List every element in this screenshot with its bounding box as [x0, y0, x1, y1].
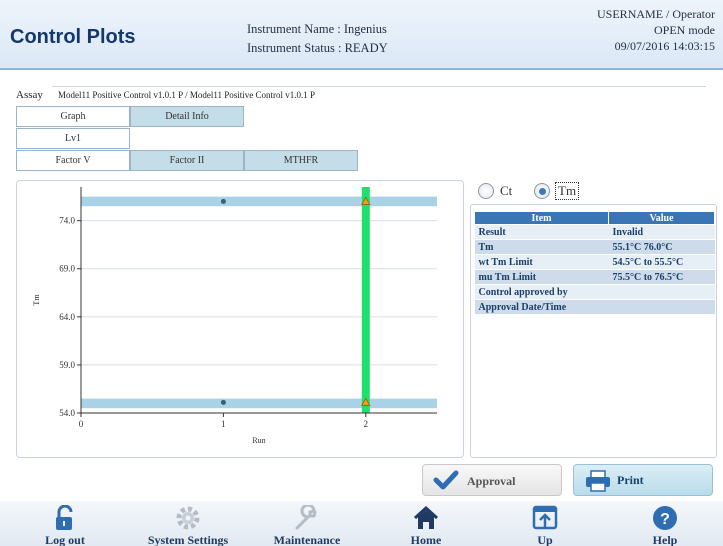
- row-value: Invalid: [608, 224, 715, 240]
- help-icon: ?: [653, 506, 677, 530]
- logout-label: Log out: [45, 533, 85, 546]
- y-tick-label: 74.0: [59, 216, 75, 226]
- y-axis-label: Tm: [32, 294, 41, 306]
- gear-icon: [176, 506, 200, 530]
- maintenance-button[interactable]: Maintenance: [252, 501, 362, 546]
- row-item: Control approved by: [474, 284, 609, 300]
- limit-band: [81, 398, 437, 409]
- print-button[interactable]: Print: [573, 464, 713, 496]
- system-settings-button[interactable]: System Settings: [133, 501, 243, 546]
- row-item: Tm: [474, 239, 609, 255]
- user-info: USERNAME / Operator OPEN mode 09/07/2016…: [597, 6, 715, 54]
- highlighted-run-bar: [361, 187, 370, 413]
- radio-tm[interactable]: [534, 183, 550, 199]
- row-value: [608, 284, 715, 300]
- row-value: 75.5°C to 76.5°C: [608, 269, 715, 285]
- detail-info-panel: Item Value Result Invalid Tm 55.1°C 76.0…: [470, 204, 717, 458]
- up-arrow-icon: [532, 505, 558, 530]
- y-tick-label: 59.0: [59, 360, 75, 370]
- detail-info-table: Item Value Result Invalid Tm 55.1°C 76.0…: [474, 211, 715, 315]
- row-value: 55.1°C 76.0°C: [608, 239, 715, 255]
- print-button-label: Print: [617, 473, 644, 487]
- home-label: Home: [410, 533, 442, 546]
- row-value: [608, 299, 715, 315]
- up-label: Up: [537, 533, 553, 546]
- instrument-info: Instrument Name : Ingenius Instrument St…: [247, 20, 388, 58]
- tab-detail-info[interactable]: Detail Info: [130, 106, 244, 127]
- tab-graph[interactable]: Graph: [16, 106, 130, 127]
- row-item: Result: [474, 224, 609, 240]
- x-tick-label: 1: [221, 419, 226, 429]
- radio-ct-label: Ct: [500, 183, 513, 198]
- table-row: wt Tm Limit 54.5°C to 55.5°C: [474, 254, 715, 270]
- system-settings-label: System Settings: [147, 533, 229, 546]
- radio-ct[interactable]: [478, 183, 494, 199]
- up-button[interactable]: Up: [490, 501, 600, 546]
- x-axis-label: Run: [252, 436, 265, 445]
- bottom-nav-bar: Log out System Settings Maintenance Home…: [0, 501, 723, 546]
- row-item: Approval Date/Time: [474, 299, 609, 315]
- table-row: Approval Date/Time: [474, 299, 715, 315]
- tab-mthfr[interactable]: MTHFR: [244, 150, 358, 171]
- assay-value: Model11 Positive Control v1.0.1 P / Mode…: [52, 86, 706, 102]
- user-mode: OPEN mode: [654, 23, 715, 37]
- table-row: Tm 55.1°C 76.0°C: [474, 239, 715, 255]
- column-header-item: Item: [474, 211, 609, 225]
- data-point: [220, 198, 226, 204]
- table-row: Result Invalid: [474, 224, 715, 240]
- current-datetime: 09/07/2016 14:03:15: [614, 39, 715, 53]
- tab-level-1[interactable]: Lv1: [16, 128, 130, 149]
- logout-button[interactable]: Log out: [10, 501, 120, 546]
- svg-text:?: ?: [660, 511, 670, 528]
- limit-band: [81, 196, 437, 207]
- y-tick-label: 64.0: [59, 312, 75, 322]
- approval-button-label: Approval: [467, 474, 516, 488]
- wrench-icon: [295, 505, 317, 530]
- instrument-status: Instrument Status : READY: [247, 41, 388, 55]
- printer-icon: [586, 470, 610, 492]
- home-icon: [413, 505, 439, 529]
- tab-factor-ii[interactable]: Factor II: [130, 150, 244, 171]
- table-row: Control approved by: [474, 284, 715, 300]
- column-header-value: Value: [608, 211, 715, 225]
- instrument-name: Instrument Name : Ingenius: [247, 22, 387, 36]
- help-button[interactable]: ? Help: [610, 501, 720, 546]
- row-item: mu Tm Limit: [474, 269, 609, 285]
- assay-row: Assay Model11 Positive Control v1.0.1 P …: [16, 86, 706, 102]
- tab-factor-v[interactable]: Factor V: [16, 150, 130, 171]
- chart-svg: 54.0 59.0 64.0 69.0 74.0 0 1 2 Run Tm: [32, 187, 437, 445]
- help-label: Help: [652, 533, 678, 546]
- page-title: Control Plots: [10, 26, 136, 48]
- row-item: wt Tm Limit: [474, 254, 609, 270]
- x-tick-label: 0: [79, 419, 84, 429]
- header-bar: Control Plots Instrument Name : Ingenius…: [0, 0, 723, 70]
- user-name: USERNAME / Operator: [597, 7, 715, 21]
- home-button[interactable]: Home: [371, 501, 481, 546]
- radio-tm-label: Tm: [554, 182, 580, 200]
- control-plot-chart: 54.0 59.0 64.0 69.0 74.0 0 1 2 Run Tm: [16, 180, 464, 458]
- data-point: [220, 399, 226, 405]
- assay-label: Assay: [16, 89, 43, 101]
- y-tick-label: 69.0: [59, 264, 75, 274]
- approval-button[interactable]: Approval: [422, 464, 562, 496]
- x-tick-label: 2: [364, 419, 369, 429]
- table-row: mu Tm Limit 75.5°C to 76.5°C: [474, 269, 715, 285]
- unlock-icon: [56, 505, 73, 530]
- maintenance-label: Maintenance: [273, 533, 341, 546]
- y-tick-label: 54.0: [59, 408, 75, 418]
- checkmark-icon: [433, 470, 459, 490]
- row-value: 54.5°C to 55.5°C: [608, 254, 715, 270]
